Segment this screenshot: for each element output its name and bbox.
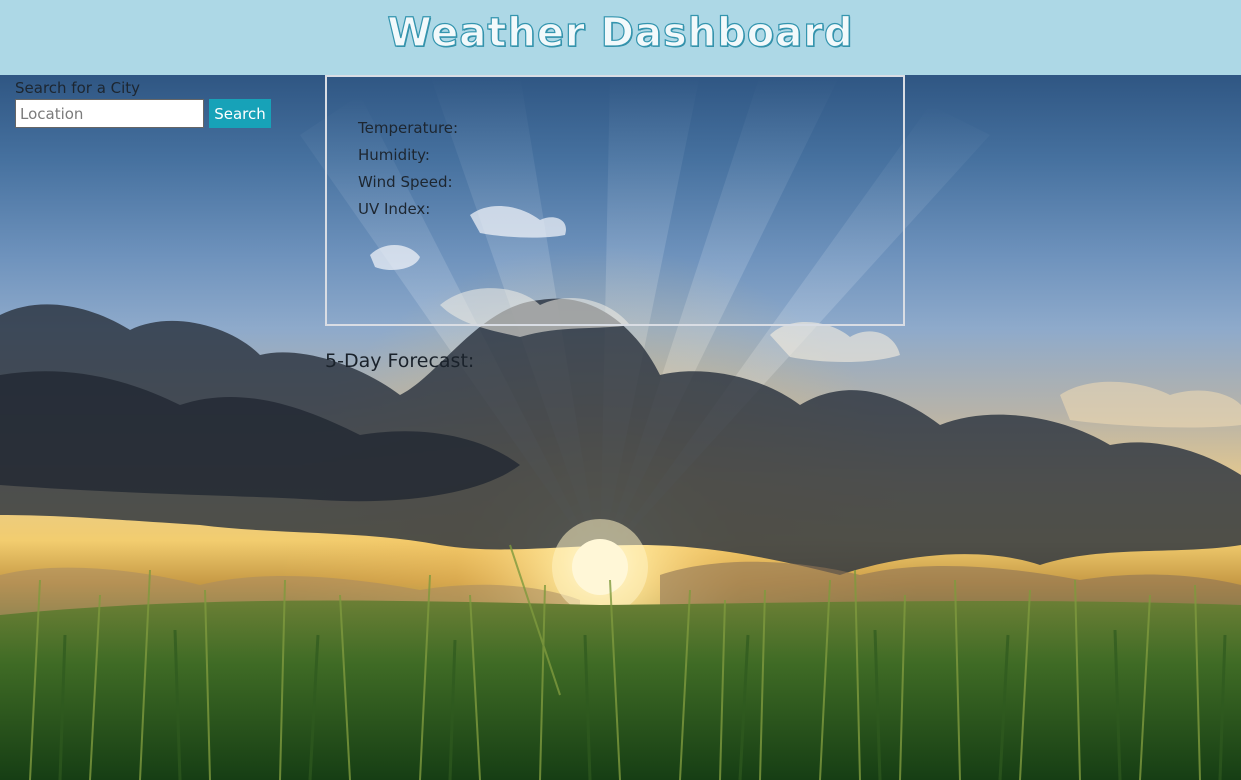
city-search-panel: Search for a City Search bbox=[15, 78, 271, 128]
humidity-label: Humidity: bbox=[358, 146, 430, 164]
wind-speed-label: Wind Speed: bbox=[358, 173, 453, 191]
location-input[interactable] bbox=[15, 99, 204, 128]
page: Weather Dashboard Search for a City Sear… bbox=[0, 0, 1241, 780]
current-weather-box: Temperature: Humidity: Wind Speed: UV In… bbox=[325, 75, 905, 326]
current-weather-metrics: Temperature: Humidity: Wind Speed: UV In… bbox=[358, 115, 458, 223]
temperature-label: Temperature: bbox=[358, 119, 459, 137]
search-button[interactable]: Search bbox=[209, 99, 271, 128]
search-row: Search bbox=[15, 99, 271, 128]
forecast-heading: 5-Day Forecast: bbox=[325, 350, 475, 372]
header-bar: Weather Dashboard bbox=[0, 0, 1241, 75]
uv-index-label: UV Index: bbox=[358, 200, 431, 218]
page-title: Weather Dashboard bbox=[387, 9, 854, 56]
search-label: Search for a City bbox=[15, 79, 141, 97]
